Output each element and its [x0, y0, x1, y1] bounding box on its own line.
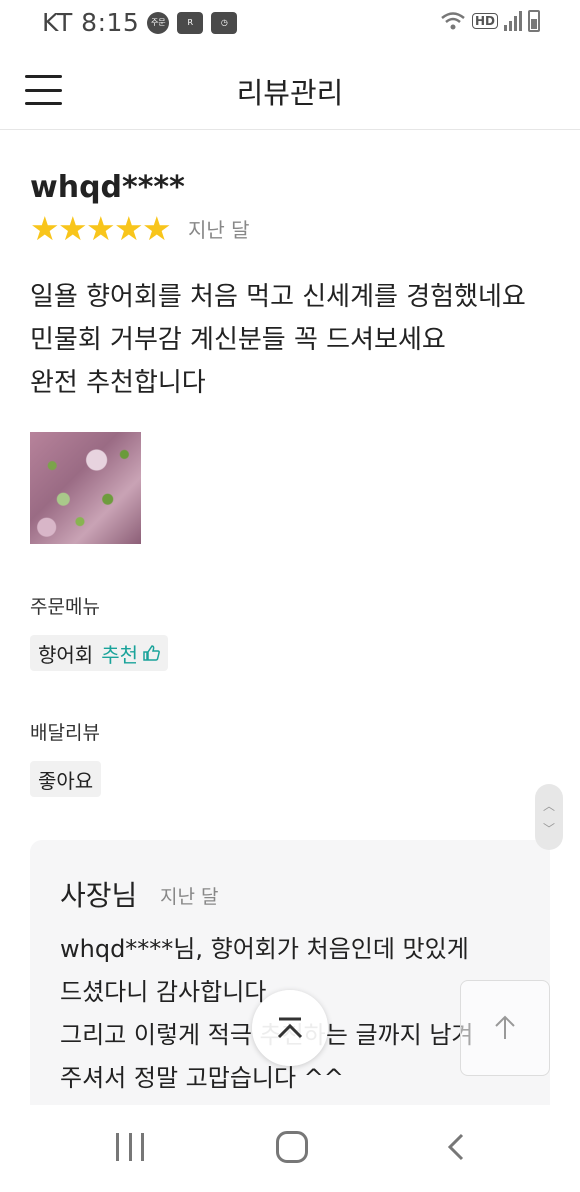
- review-photo[interactable]: [30, 432, 141, 544]
- order-menu-tag: 향어회 추천: [30, 635, 169, 671]
- delivery-review-tag: 좋아요: [30, 761, 102, 797]
- navigation-bar: [0, 1105, 580, 1192]
- review-text-line: 일욜 향어회를 처음 먹고 신세계를 경험했네요: [30, 282, 526, 312]
- status-bar: KT 8:15 주문 R ◷ HD: [0, 0, 580, 50]
- recent-apps-icon[interactable]: [116, 1133, 144, 1161]
- scroll-to-top-button[interactable]: [252, 990, 328, 1066]
- delivery-review-label: 배달리뷰: [30, 722, 100, 744]
- review-text-line: 완전 추천합니다: [30, 368, 206, 398]
- clock-notification-icon: ◷: [211, 11, 238, 34]
- rating-row: ★ ★ ★ ★ ★ 지난 달: [30, 212, 250, 245]
- review-text-line: 민물회 거부감 계신분들 꼭 드셔보세요: [30, 325, 446, 355]
- order-menu-item: 향어회: [38, 642, 94, 667]
- star-icon: ★: [142, 209, 172, 248]
- thumbs-up-icon: [143, 645, 160, 661]
- owner-name: 사장님: [60, 879, 138, 912]
- home-icon[interactable]: [276, 1131, 308, 1163]
- chevron-down-icon: ﹀: [542, 822, 555, 836]
- star-icon: ★: [86, 209, 116, 248]
- chevron-up-icon: ︿: [542, 799, 555, 813]
- reply-text-line: whqd****님, 향어회가 처음인데 맛있게: [60, 935, 469, 963]
- star-icon: ★: [114, 209, 144, 248]
- order-menu-label: 주문메뉴: [30, 596, 100, 618]
- status-time: KT 8:15: [42, 8, 140, 37]
- signal-icon: [504, 11, 522, 31]
- chevron-up-icon: [277, 1017, 303, 1039]
- app-header: 리뷰관리: [0, 50, 580, 130]
- review-date: 지난 달: [188, 218, 250, 242]
- wifi-icon: [441, 12, 465, 30]
- review-text: 일욜 향어회를 처음 먹고 신세계를 경험했네요 민물회 거부감 계신분들 꼭 …: [30, 276, 550, 405]
- up-arrow-button[interactable]: [460, 980, 550, 1076]
- recommend-label: 추천: [101, 642, 139, 667]
- arrow-up-icon: [495, 1015, 515, 1039]
- order-notification-icon: 주문: [147, 11, 170, 34]
- page-title: 리뷰관리: [236, 76, 344, 110]
- battery-icon: [528, 10, 540, 32]
- hd-voice-icon: HD: [471, 13, 498, 29]
- r-notification-icon: R: [177, 11, 204, 34]
- scroll-handle[interactable]: ︿ ﹀: [535, 784, 563, 850]
- star-icon: ★: [30, 209, 60, 248]
- reviewer-name: whqd****: [30, 170, 185, 205]
- owner-reply-date: 지난 달: [160, 886, 219, 908]
- star-icon: ★: [58, 209, 88, 248]
- back-icon[interactable]: [444, 1133, 472, 1161]
